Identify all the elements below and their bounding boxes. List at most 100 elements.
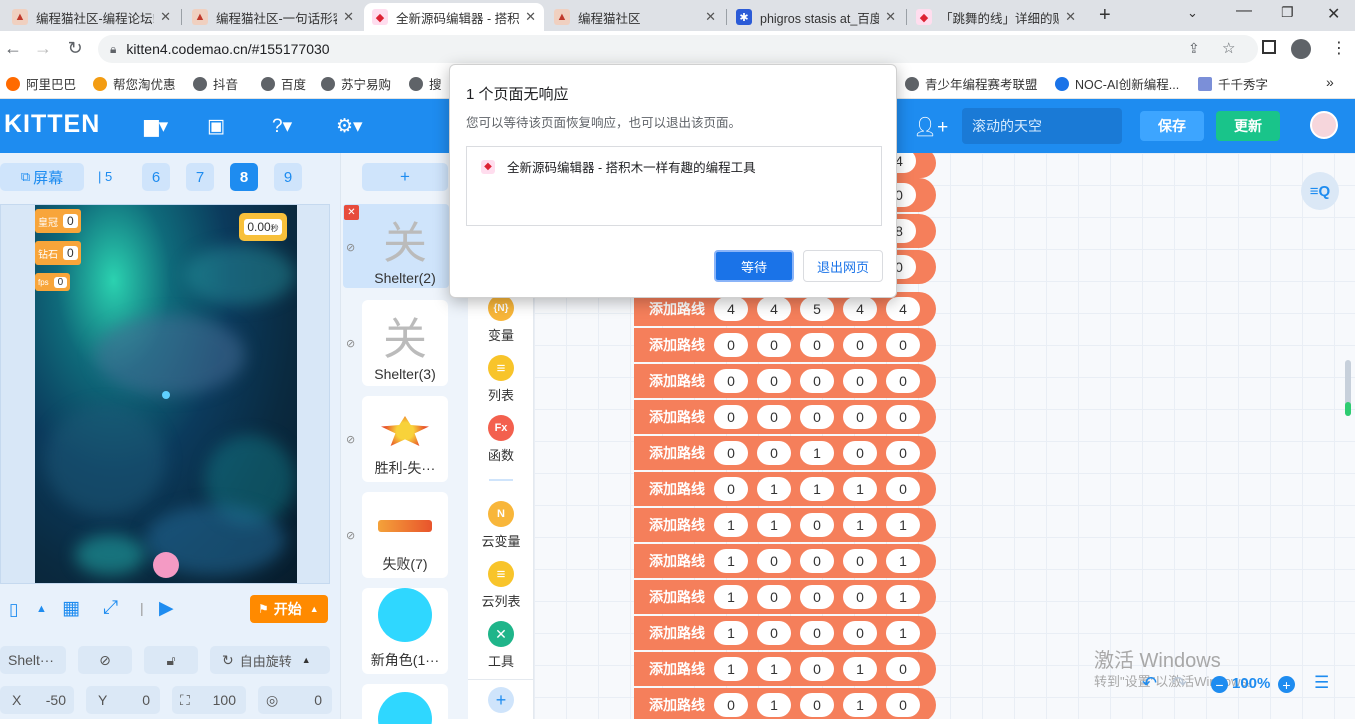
close-tab-icon[interactable]: ✕ <box>525 9 536 25</box>
scene-tab-partial[interactable]: | 5 <box>98 169 112 184</box>
more-bookmarks-icon[interactable]: » <box>1326 74 1334 90</box>
route-value-field[interactable]: 0 <box>843 585 877 609</box>
route-value-field[interactable]: 0 <box>843 369 877 393</box>
reload-icon[interactable]: ↻ <box>64 38 86 59</box>
route-value-field[interactable]: 1 <box>886 513 920 537</box>
bookmark-item[interactable]: 抖音 <box>193 74 238 93</box>
route-value-field[interactable]: 4 <box>757 297 791 321</box>
save-button[interactable]: 保存 <box>1140 111 1204 141</box>
route-value-field[interactable]: 0 <box>714 333 748 357</box>
route-value-field[interactable]: 1 <box>714 585 748 609</box>
browser-tab[interactable]: ✱ phigros stasis at_百度 ✕ <box>728 3 904 31</box>
browser-tab[interactable]: ▲ 编程猫社区 ✕ <box>546 3 724 31</box>
browser-tab[interactable]: ▲ 编程猫社区-一句话形容 ✕ <box>184 3 362 31</box>
tab-search-chevron-icon[interactable]: ⌄ <box>1187 5 1198 21</box>
route-value-field[interactable]: 0 <box>714 477 748 501</box>
route-value-field[interactable]: 1 <box>714 657 748 681</box>
add-sprite-button[interactable]: + <box>362 163 448 191</box>
route-value-field[interactable]: 0 <box>714 441 748 465</box>
route-value-field[interactable]: 0 <box>843 549 877 573</box>
route-block[interactable]: 添加路线 0 0 0 0 0 <box>634 364 936 398</box>
game-stage[interactable]: 皇冠 0 钻石 0 fps 0 0.00秒 <box>35 205 297 583</box>
settings-gear-icon[interactable]: ⚙▾ <box>336 115 363 138</box>
category-variable[interactable]: {N} 变量 <box>468 295 534 344</box>
profile-icon[interactable] <box>1291 39 1311 59</box>
scene-tab[interactable]: 9 <box>274 163 302 191</box>
route-value-field[interactable]: 0 <box>843 333 877 357</box>
route-value-field[interactable]: 0 <box>800 549 834 573</box>
start-caret-icon[interactable]: ▲ <box>310 604 319 614</box>
address-bar[interactable]: 🔒︎ kitten4.codemao.cn/#155177030 ⇪ ☆ <box>98 35 1258 63</box>
bookmark-star-icon[interactable]: ☆ <box>1222 39 1235 57</box>
bookmark-item[interactable]: 搜 <box>409 74 442 93</box>
category-cloud-list[interactable]: ≡ 云列表 <box>468 561 534 610</box>
sprite-card-partial[interactable] <box>362 684 448 724</box>
add-extension-button[interactable]: + <box>488 687 514 713</box>
route-block[interactable]: 添加路线 0 0 1 0 0 <box>634 436 936 470</box>
route-value-field[interactable]: 1 <box>843 477 877 501</box>
bookmark-item[interactable]: 千千秀字 <box>1198 74 1268 93</box>
search-blocks-icon[interactable]: ≡Q <box>1301 172 1339 210</box>
sprite-card[interactable]: 新角色(1··· <box>362 588 448 674</box>
browser-tab[interactable]: ◆ 「跳舞的线」详细的贴 ✕ <box>908 3 1084 31</box>
route-value-field[interactable]: 1 <box>886 621 920 645</box>
wait-button[interactable]: 等待 <box>714 250 794 282</box>
route-value-field[interactable]: 0 <box>843 405 877 429</box>
sprite-card[interactable]: 失败(7) <box>362 492 448 578</box>
bookmark-item[interactable]: 青少年编程赛考联盟 <box>905 74 1038 93</box>
route-value-field[interactable]: 0 <box>800 405 834 429</box>
eye-hidden-icon[interactable]: ⊘ <box>346 433 355 446</box>
route-value-field[interactable]: 0 <box>886 405 920 429</box>
new-tab-icon[interactable]: + <box>1099 4 1111 27</box>
y-field[interactable]: Y0 <box>86 686 160 714</box>
direction-field[interactable]: ◎ 0 <box>258 686 332 714</box>
browser-tab-active[interactable]: ◆ 全新源码编辑器 - 搭积 ✕ <box>364 3 544 31</box>
route-block[interactable]: 添加路线 0 1 0 1 0 <box>634 688 936 719</box>
eye-hidden-icon[interactable]: ⊘ <box>346 529 355 542</box>
route-value-field[interactable]: 0 <box>800 621 834 645</box>
route-value-field[interactable]: 0 <box>757 549 791 573</box>
route-value-field[interactable]: 1 <box>843 693 877 717</box>
rotation-style-select[interactable]: ↻ 自由旋转 ▲ <box>210 646 330 674</box>
route-block[interactable]: 添加路线 0 0 0 0 0 <box>634 328 936 362</box>
restore-icon[interactable]: ❐ <box>1281 4 1294 21</box>
route-value-field[interactable]: 4 <box>843 297 877 321</box>
scene-tab[interactable]: 6 <box>142 163 170 191</box>
play-preview-icon[interactable]: ▶ <box>159 597 174 620</box>
route-value-field[interactable]: 0 <box>800 333 834 357</box>
route-value-field[interactable]: 1 <box>714 549 748 573</box>
sprite-card[interactable]: 胜利-失··· <box>362 396 448 482</box>
lock-toggle-icon[interactable]: 🔓︎ <box>144 646 198 674</box>
route-value-field[interactable]: 0 <box>714 693 748 717</box>
undo-icon[interactable]: ↶ <box>1142 673 1157 694</box>
arrange-blocks-icon[interactable]: ☰ <box>1314 673 1329 693</box>
bookmark-item[interactable]: 苏宁易购 <box>321 74 391 93</box>
redo-icon[interactable]: ↷ <box>1172 673 1187 694</box>
route-value-field[interactable]: 0 <box>800 693 834 717</box>
forward-icon[interactable]: → <box>32 38 54 59</box>
route-value-field[interactable]: 1 <box>886 585 920 609</box>
close-window-icon[interactable]: ✕ <box>1327 4 1340 24</box>
share-icon[interactable]: ⇪ <box>1188 40 1200 57</box>
zoom-in-icon[interactable]: + <box>1278 676 1295 693</box>
route-value-field[interactable]: 1 <box>843 513 877 537</box>
scene-tab[interactable]: 7 <box>186 163 214 191</box>
project-name-input[interactable]: 滚动的天空 <box>962 108 1122 144</box>
eye-hidden-icon[interactable]: ⊘ <box>346 241 355 254</box>
zoom-out-icon[interactable]: − <box>1211 676 1228 693</box>
route-value-field[interactable]: 0 <box>886 657 920 681</box>
route-value-field[interactable]: 0 <box>886 333 920 357</box>
route-value-field[interactable]: 0 <box>714 369 748 393</box>
close-tab-icon[interactable]: ✕ <box>1065 9 1076 25</box>
bookmark-item[interactable]: 帮您淘优惠 <box>93 74 176 93</box>
route-block[interactable]: 添加路线 0 1 1 1 0 <box>634 472 936 506</box>
minimize-icon[interactable]: — <box>1236 2 1252 20</box>
route-value-field[interactable]: 5 <box>800 297 834 321</box>
route-value-field[interactable]: 0 <box>757 369 791 393</box>
sprite-card-selected[interactable]: 关 Shelter(2) <box>362 204 448 290</box>
exit-page-button[interactable]: 退出网页 <box>803 250 883 282</box>
bookmark-item[interactable]: 百度 <box>261 74 306 93</box>
route-value-field[interactable]: 0 <box>757 333 791 357</box>
route-value-field[interactable]: 0 <box>800 513 834 537</box>
help-icon[interactable]: ?▾ <box>272 115 292 138</box>
